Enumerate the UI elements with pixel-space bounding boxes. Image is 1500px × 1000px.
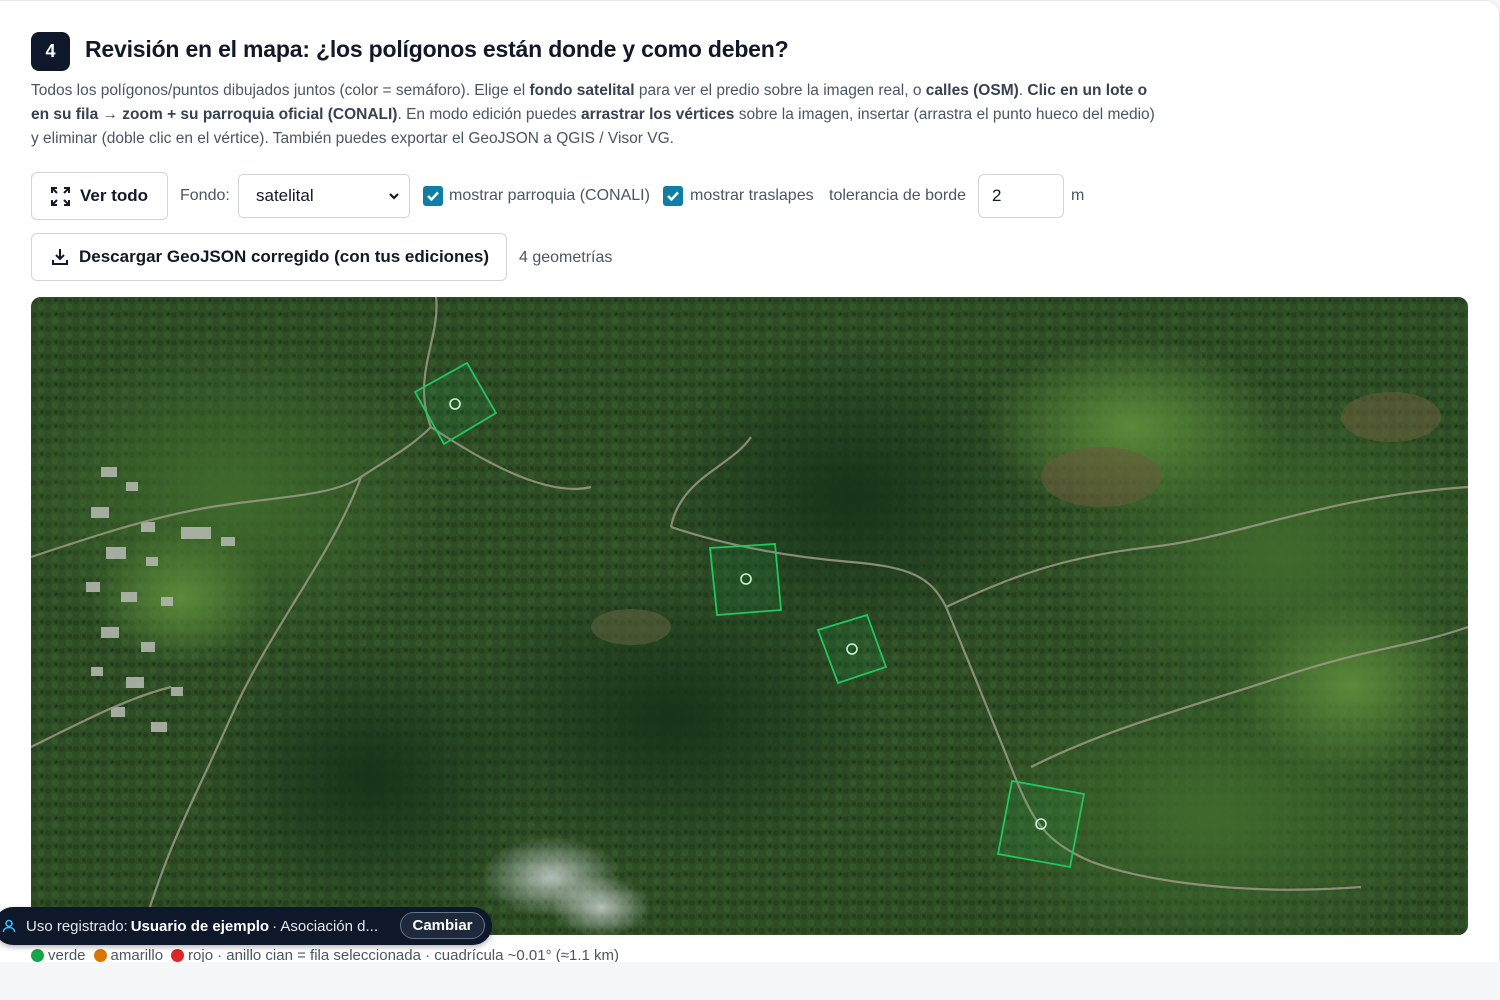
chevron-down-icon bbox=[389, 193, 399, 200]
satellite-map[interactable] bbox=[31, 297, 1468, 935]
download-icon bbox=[52, 249, 68, 265]
tolerancia-label: tolerancia de borde bbox=[829, 187, 966, 204]
geometry-count: 4 geometrías bbox=[519, 249, 613, 266]
parroquia-checkbox[interactable] bbox=[423, 186, 443, 206]
tolerancia-unit: m bbox=[1071, 187, 1085, 204]
fondo-label: Fondo: bbox=[180, 187, 230, 204]
tolerancia-value: 2 bbox=[992, 186, 1002, 205]
section-description: Todos los polígonos/puntos dibujados jun… bbox=[31, 82, 1155, 147]
cambiar-button[interactable]: Cambiar bbox=[400, 912, 485, 939]
step-number-badge: 4 bbox=[31, 32, 70, 71]
session-user: Usuario de ejemplo bbox=[130, 917, 270, 935]
tolerancia-input[interactable]: 2 bbox=[978, 174, 1064, 218]
download-geojson-button[interactable]: Descargar GeoJSON corregido (con tus edi… bbox=[31, 233, 507, 281]
ver-todo-button[interactable]: Ver todo bbox=[31, 172, 168, 220]
parroquia-label: mostrar parroquia (CONALI) bbox=[449, 187, 650, 204]
parcel-polygon[interactable] bbox=[709, 543, 782, 616]
red-dot-icon bbox=[171, 949, 185, 962]
ver-todo-label: Ver todo bbox=[80, 186, 149, 205]
map-legend: verde amarillo rojo · anillo cian = fila… bbox=[31, 947, 619, 962]
session-prefix: Uso registrado: bbox=[26, 917, 128, 935]
user-icon bbox=[2, 919, 16, 933]
fondo-select[interactable]: satelital bbox=[238, 174, 410, 218]
session-org: · Asociación d... bbox=[272, 917, 378, 935]
traslapes-checkbox[interactable] bbox=[663, 186, 683, 206]
download-label: Descargar GeoJSON corregido (con tus edi… bbox=[79, 247, 490, 266]
check-icon bbox=[427, 191, 439, 202]
check-icon bbox=[667, 191, 679, 202]
session-toast: Uso registrado: Usuario de ejemplo · Aso… bbox=[0, 907, 492, 945]
legend-green: verde bbox=[48, 947, 86, 962]
fit-bounds-icon bbox=[51, 186, 70, 206]
green-dot-icon bbox=[31, 949, 44, 962]
legend-yellow: amarillo bbox=[110, 947, 164, 962]
legend-rest: · anillo cian = fila seleccionada · cuad… bbox=[217, 947, 619, 962]
section-title: Revisión en el mapa: ¿los polígonos está… bbox=[85, 36, 789, 62]
map-view[interactable] bbox=[31, 297, 1468, 935]
yellow-dot-icon bbox=[93, 949, 107, 962]
parcel-polygon[interactable] bbox=[996, 779, 1086, 869]
traslapes-label: mostrar traslapes bbox=[690, 187, 814, 204]
map-review-card: 4 Revisión en el mapa: ¿los polígonos es… bbox=[0, 0, 1500, 962]
legend-red: rojo bbox=[188, 947, 214, 962]
fondo-select-value: satelital bbox=[256, 186, 314, 205]
